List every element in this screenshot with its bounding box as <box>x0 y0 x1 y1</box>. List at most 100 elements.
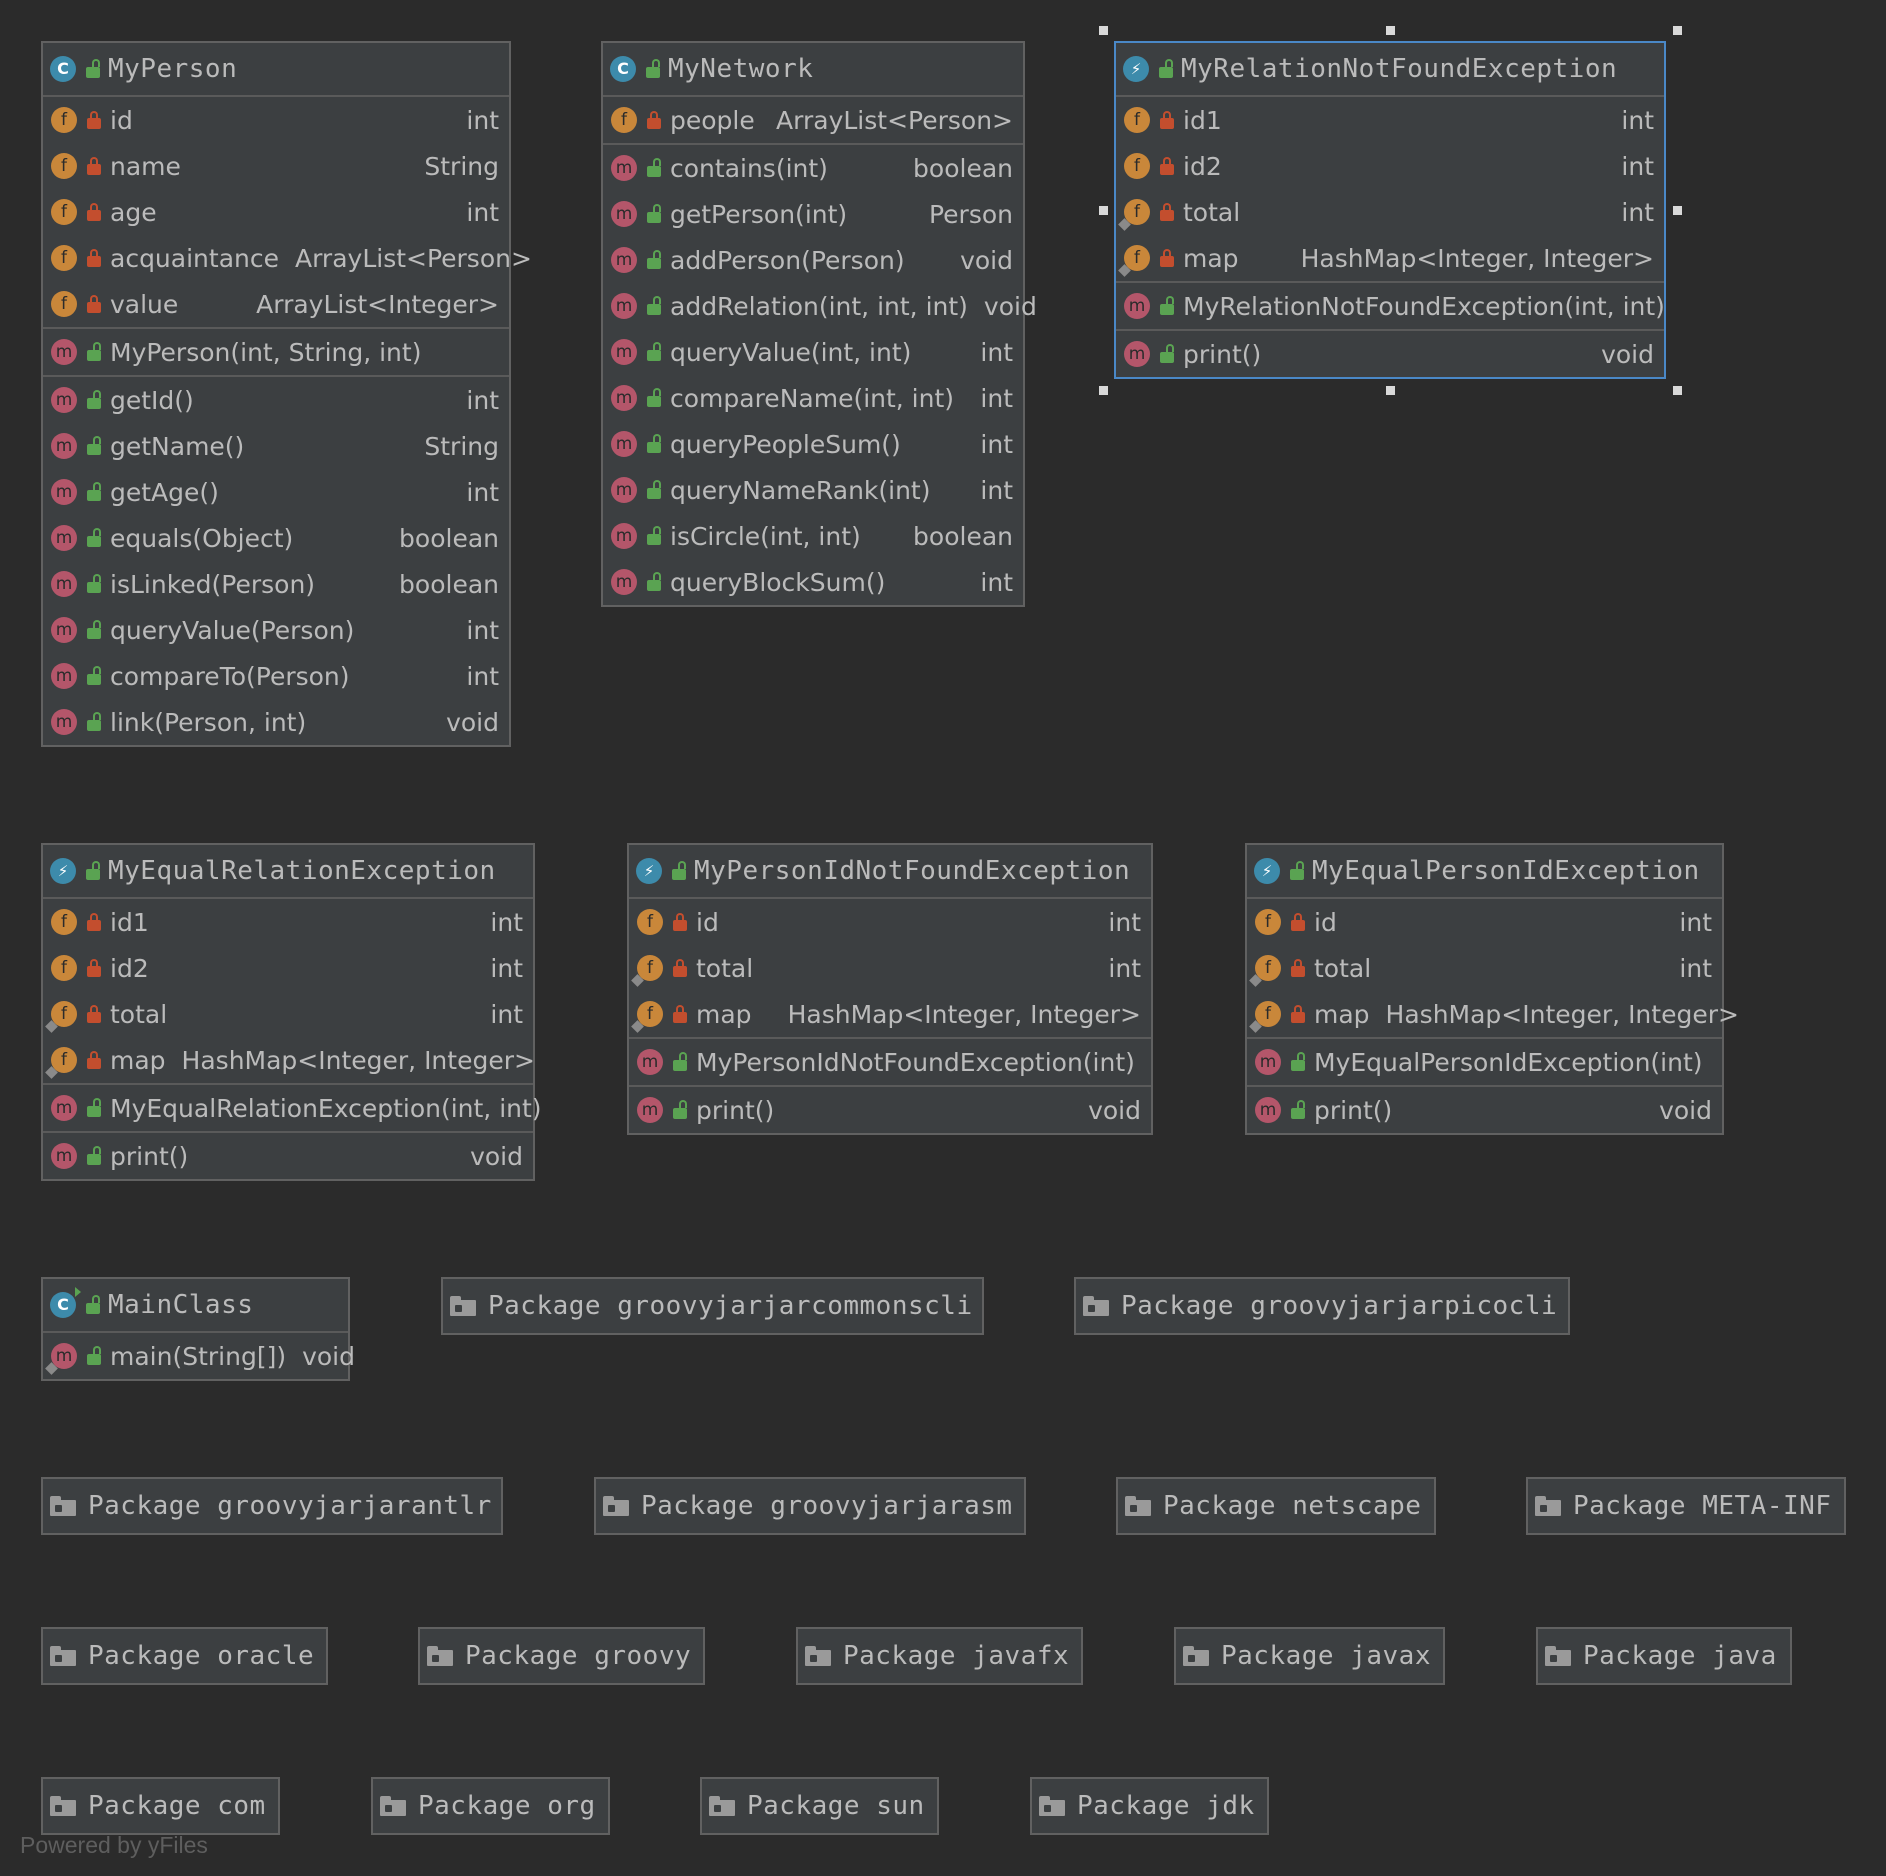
method-row[interactable]: m isCircle(int, int) boolean <box>603 513 1023 559</box>
package-node-netscape[interactable]: Package netscape <box>1116 1477 1436 1535</box>
class-node-myequalpersonidexception[interactable]: ⚡ MyEqualPersonIdException f id int f total int… <box>1245 843 1739 1135</box>
field-row[interactable]: f id2 int <box>1116 143 1664 189</box>
class-header[interactable]: C MainClass <box>43 1279 348 1333</box>
folder-icon <box>709 1796 735 1816</box>
selection-resize-handle[interactable] <box>1673 26 1682 35</box>
selection-resize-handle[interactable] <box>1099 206 1108 215</box>
field-row[interactable]: f age int <box>43 189 509 235</box>
method-row[interactable]: m print() void <box>1116 331 1664 377</box>
method-row[interactable]: m getId() int <box>43 377 509 423</box>
method-row[interactable]: m MyEqualRelationException(int, int) <box>43 1085 542 1131</box>
method-row[interactable]: m MyPersonIdNotFoundException(int) <box>629 1039 1151 1085</box>
package-node-java[interactable]: Package java <box>1536 1627 1792 1685</box>
public-lock-icon <box>647 296 661 315</box>
folder-icon <box>380 1796 406 1816</box>
package-node-groovyjarjarpicocli[interactable]: Package groovyjarjarpicocli <box>1074 1277 1570 1335</box>
package-label: Package java <box>1583 1641 1777 1671</box>
field-row[interactable]: f total int <box>629 945 1151 991</box>
method-row[interactable]: m getAge() int <box>43 469 509 515</box>
method-row[interactable]: m print() void <box>629 1087 1151 1133</box>
method-row[interactable]: m queryValue(Person) int <box>43 607 509 653</box>
field-row[interactable]: f id1 int <box>43 899 533 945</box>
class-node-mypersonidnotfoundexception[interactable]: ⚡ MyPersonIdNotFoundException f id int f total… <box>627 843 1153 1135</box>
method-row[interactable]: m compareName(int, int) int <box>603 375 1023 421</box>
field-row[interactable]: f id2 int <box>43 945 533 991</box>
method-row[interactable]: m MyEqualPersonIdException(int) <box>1247 1039 1722 1085</box>
package-node-sun[interactable]: Package sun <box>700 1777 939 1835</box>
static-overlay-icon <box>1118 218 1131 231</box>
method-icon: m <box>51 1095 77 1121</box>
public-lock-icon <box>646 59 660 78</box>
package-node-com[interactable]: Package com <box>41 1777 280 1835</box>
method-row[interactable]: m queryNameRank(int) int <box>603 467 1023 513</box>
uml-diagram-canvas[interactable]: C MyPerson f id int f name String f age int f acquai… <box>0 0 1886 1876</box>
method-row[interactable]: m MyRelationNotFoundException(int, int) <box>1116 283 1665 329</box>
field-row[interactable]: f people ArrayList<Person> <box>603 97 1023 143</box>
class-header[interactable]: ⚡ MyEqualRelationException <box>43 845 533 899</box>
package-node-jdk[interactable]: Package jdk <box>1030 1777 1269 1835</box>
fields-section: f id1 int f id2 int f total int f map HashMap<Integ… <box>1116 97 1664 283</box>
field-row[interactable]: f map HashMap<Integer, Integer> <box>1116 235 1664 281</box>
field-row[interactable]: f total int <box>1247 945 1722 991</box>
method-row[interactable]: m queryValue(int, int) int <box>603 329 1023 375</box>
method-row[interactable]: m MyPerson(int, String, int) <box>43 329 509 375</box>
method-row[interactable]: m addPerson(Person) void <box>603 237 1023 283</box>
class-node-myrelationnotfoundexception[interactable]: ⚡ MyRelationNotFoundException f id1 int f id2 i… <box>1114 41 1666 379</box>
field-row[interactable]: f value ArrayList<Integer> <box>43 281 509 327</box>
selection-resize-handle[interactable] <box>1099 386 1108 395</box>
class-node-mainclass[interactable]: C MainClass m main(String[]) void <box>41 1277 355 1381</box>
class-node-myequalrelationexception[interactable]: ⚡ MyEqualRelationException f id1 int f id2 int f… <box>41 843 542 1181</box>
field-row[interactable]: f map HashMap<Integer, Integer> <box>1247 991 1739 1037</box>
public-lock-icon <box>1290 861 1304 880</box>
package-node-groovyjarjarantlr[interactable]: Package groovyjarjarantlr <box>41 1477 503 1535</box>
field-row[interactable]: f id1 int <box>1116 97 1664 143</box>
class-header[interactable]: ⚡ MyPersonIdNotFoundException <box>629 845 1151 899</box>
field-type: int <box>490 999 523 1029</box>
method-row[interactable]: m isLinked(Person) boolean <box>43 561 509 607</box>
class-header[interactable]: ⚡ MyEqualPersonIdException <box>1247 845 1722 899</box>
selection-resize-handle[interactable] <box>1386 386 1395 395</box>
class-header[interactable]: ⚡ MyRelationNotFoundException <box>1116 43 1664 97</box>
method-row[interactable]: m print() void <box>43 1133 533 1179</box>
selection-resize-handle[interactable] <box>1673 386 1682 395</box>
package-node-javafx[interactable]: Package javafx <box>796 1627 1083 1685</box>
package-node-org[interactable]: Package org <box>371 1777 610 1835</box>
folder-icon <box>50 1496 76 1516</box>
field-row[interactable]: f id int <box>1247 899 1722 945</box>
method-row[interactable]: m compareTo(Person) int <box>43 653 509 699</box>
class-header[interactable]: C MyNetwork <box>603 43 1023 97</box>
class-node-myperson[interactable]: C MyPerson f id int f name String f age int f acquai… <box>41 41 532 747</box>
package-node-groovyjarjarasm[interactable]: Package groovyjarjarasm <box>594 1477 1026 1535</box>
method-row[interactable]: m link(Person, int) void <box>43 699 509 745</box>
field-row[interactable]: f name String <box>43 143 509 189</box>
field-row[interactable]: f acquaintance ArrayList<Person> <box>43 235 532 281</box>
field-row[interactable]: f total int <box>1116 189 1664 235</box>
method-signature: isLinked(Person) <box>110 569 316 599</box>
method-row[interactable]: m addRelation(int, int, int) void <box>603 283 1037 329</box>
package-node-javax[interactable]: Package javax <box>1174 1627 1445 1685</box>
package-node-oracle[interactable]: Package oracle <box>41 1627 328 1685</box>
class-node-mynetwork[interactable]: C MyNetwork f people ArrayList<Person> m conta… <box>601 41 1037 607</box>
field-row[interactable]: f total int <box>43 991 533 1037</box>
public-lock-icon <box>647 388 661 407</box>
selection-resize-handle[interactable] <box>1673 206 1682 215</box>
selection-resize-handle[interactable] <box>1099 26 1108 35</box>
field-row[interactable]: f map HashMap<Integer, Integer> <box>629 991 1151 1037</box>
method-row[interactable]: m getPerson(int) Person <box>603 191 1023 237</box>
field-type: HashMap<Integer, Integer> <box>181 1045 535 1075</box>
method-row[interactable]: m getName() String <box>43 423 509 469</box>
field-row[interactable]: f id int <box>629 899 1151 945</box>
field-row[interactable]: f map HashMap<Integer, Integer> <box>43 1037 535 1083</box>
field-row[interactable]: f id int <box>43 97 509 143</box>
class-header[interactable]: C MyPerson <box>43 43 509 97</box>
method-row[interactable]: m queryBlockSum() int <box>603 559 1023 605</box>
method-row[interactable]: m queryPeopleSum() int <box>603 421 1023 467</box>
package-node-groovyjarjarcommonscli[interactable]: Package groovyjarjarcommonscli <box>441 1277 984 1335</box>
selection-resize-handle[interactable] <box>1386 26 1395 35</box>
method-row[interactable]: m main(String[]) void <box>43 1333 355 1379</box>
package-node-groovy[interactable]: Package groovy <box>418 1627 705 1685</box>
method-row[interactable]: m print() void <box>1247 1087 1722 1133</box>
method-row[interactable]: m equals(Object) boolean <box>43 515 509 561</box>
package-node-meta-inf[interactable]: Package META-INF <box>1526 1477 1846 1535</box>
method-row[interactable]: m contains(int) boolean <box>603 145 1023 191</box>
